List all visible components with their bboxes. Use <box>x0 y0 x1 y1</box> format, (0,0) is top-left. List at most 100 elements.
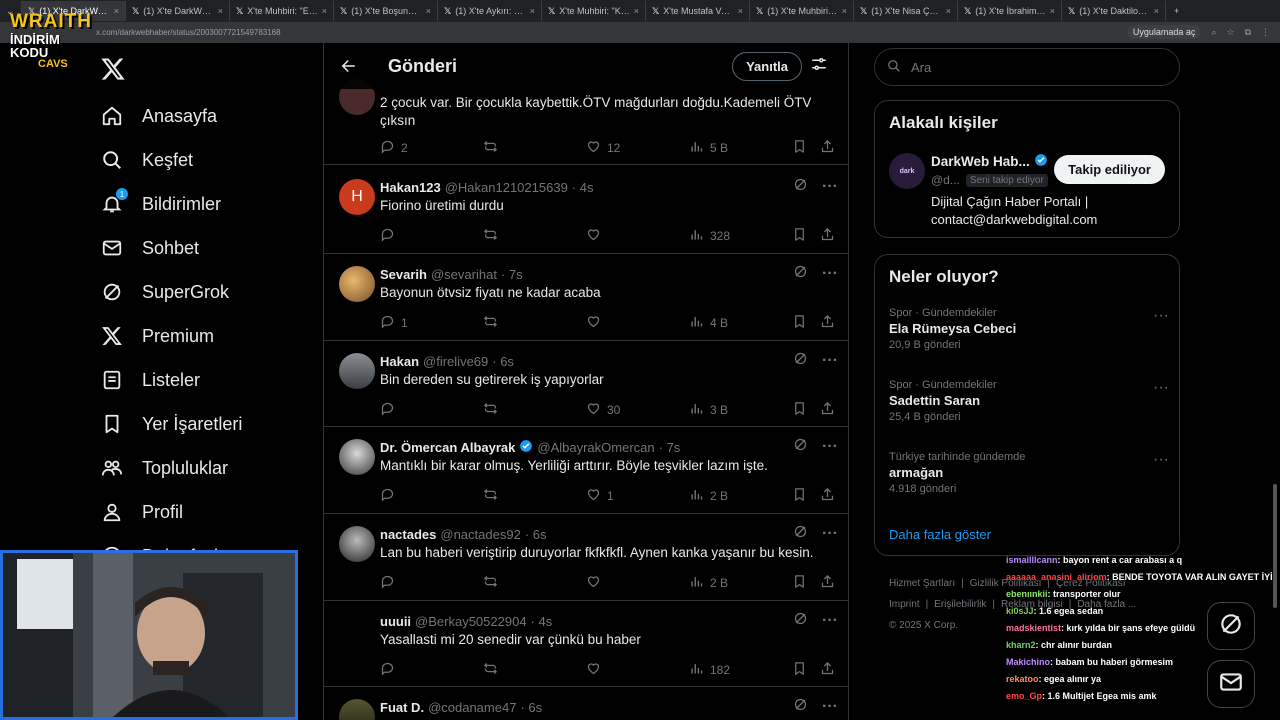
reply-button[interactable] <box>380 487 401 505</box>
nav-item-6[interactable]: Listeler <box>100 366 200 394</box>
browser-tab[interactable]: 𝕏(1) X'te Boşuna Tıklar × <box>334 1 438 21</box>
share-button[interactable] <box>820 139 835 157</box>
nav-item-8[interactable]: Topluluklar <box>100 454 228 482</box>
zoom-icon[interactable]: ⌕ <box>1211 27 1216 38</box>
tab-close-icon[interactable]: × <box>1050 6 1055 16</box>
author-name[interactable]: uuuii <box>380 614 411 629</box>
reply-post[interactable]: ··· Sevarih @sevarihat · 7s Bayonun ötvsiz f… <box>324 254 848 341</box>
avatar[interactable] <box>339 439 375 475</box>
repost-button[interactable] <box>483 574 498 592</box>
share-button[interactable] <box>820 401 835 419</box>
bookmark-button[interactable] <box>792 487 807 505</box>
reply-button[interactable] <box>380 401 401 419</box>
back-arrow-icon[interactable] <box>338 56 358 76</box>
repost-button[interactable] <box>483 139 498 157</box>
repost-button[interactable] <box>483 227 498 245</box>
bookmark-button[interactable] <box>792 401 807 419</box>
nav-item-3[interactable]: Sohbet <box>100 234 199 262</box>
author-name[interactable]: Dr. Ömercan Albayrak <box>380 440 515 455</box>
tab-close-icon[interactable]: × <box>946 6 951 16</box>
open-in-app-button[interactable]: Uygulamada aç <box>1126 25 1202 39</box>
tab-close-icon[interactable]: × <box>426 6 431 16</box>
following-button[interactable]: Takip ediliyor <box>1054 155 1165 184</box>
post-time[interactable]: · 7s <box>501 267 523 282</box>
nav-item-5[interactable]: Premium <box>100 322 214 350</box>
post-time[interactable]: · 7s <box>659 440 681 455</box>
post-time[interactable]: · 4s <box>572 180 594 195</box>
repost-button[interactable] <box>483 401 498 419</box>
bookmark-button[interactable] <box>792 661 807 679</box>
views-button[interactable]: 2 B <box>689 487 728 505</box>
author-name[interactable]: Hakan <box>380 354 419 369</box>
related-name[interactable]: DarkWeb Hab... <box>931 154 1030 169</box>
author-handle[interactable]: @codaname47 <box>428 700 516 715</box>
browser-tab[interactable]: 𝕏(1) X'te Daktiloc: "#SON × <box>1062 1 1166 21</box>
tab-close-icon[interactable]: × <box>114 6 119 16</box>
messages-floating-button[interactable] <box>1207 660 1255 708</box>
bookmark-button[interactable] <box>792 139 807 157</box>
share-button[interactable] <box>820 661 835 679</box>
reply-post[interactable]: 2 çocuk var. Bir çocukla kaybettik.ÖTV m… <box>324 77 848 165</box>
like-button[interactable]: 12 <box>586 139 620 157</box>
post-time[interactable]: · 4s <box>531 614 553 629</box>
nav-item-7[interactable]: Yer İşaretleri <box>100 410 242 438</box>
reply-button[interactable] <box>380 661 401 679</box>
reply-button[interactable]: 2 <box>380 139 408 157</box>
reply-post[interactable]: ··· uuuii @Berkay50522904 · 4s Yasallasti mi… <box>324 601 848 687</box>
footer-link[interactable]: Hizmet Şartları <box>889 578 955 589</box>
repost-button[interactable] <box>483 661 498 679</box>
author-handle[interactable]: @sevarihat <box>431 267 497 282</box>
search-input[interactable]: Ara <box>911 60 931 75</box>
author-handle[interactable]: @nactades92 <box>440 527 520 542</box>
reply-button[interactable]: Yanıtla <box>732 51 802 81</box>
share-button[interactable] <box>820 487 835 505</box>
browser-tab[interactable]: 𝕏(1) X'te Muhbiri: "Den × <box>750 1 854 21</box>
url-text[interactable]: x.com/darkwebhaber/status/20030077215497… <box>96 28 281 37</box>
trend-item[interactable]: Spor · Gündemdekiler Sadettin Saran 25,4 B… <box>889 379 1169 423</box>
reply-button[interactable]: 1 <box>380 314 408 332</box>
browser-tab[interactable]: 𝕏X'te Mustafa Varank: "M × <box>646 1 750 21</box>
extensions-icon[interactable]: ⧉ <box>1245 27 1251 38</box>
author-handle[interactable]: @Berkay50522904 <box>415 614 527 629</box>
like-button[interactable] <box>586 574 607 592</box>
reply-post[interactable]: ··· Dr. Ömercan Albayrak @AlbayrakOmercan ·… <box>324 427 848 514</box>
avatar[interactable] <box>339 699 375 720</box>
reply-button[interactable] <box>380 227 401 245</box>
views-button[interactable]: 3 B <box>689 401 728 419</box>
like-button[interactable] <box>586 227 607 245</box>
like-button[interactable]: 30 <box>586 401 620 419</box>
avatar[interactable]: H <box>339 179 375 215</box>
author-name[interactable]: Fuat D. <box>380 700 424 715</box>
repost-button[interactable] <box>483 487 498 505</box>
reply-post[interactable]: ··· Hakan @firelive69 · 6s Bin dereden su ge… <box>324 341 848 427</box>
browser-tab[interactable]: 𝕏X'te Muhbiri: "Ela Rüm × <box>230 1 334 21</box>
like-button[interactable]: 1 <box>586 487 614 505</box>
bookmark-button[interactable] <box>792 227 807 245</box>
trend-item[interactable]: Türkiye tarihinde gündemde armağan 4.918 g… <box>889 451 1169 495</box>
browser-tab[interactable]: 𝕏(1) X'te Aykırı: "Meclis'te × <box>438 1 542 21</box>
share-button[interactable] <box>820 227 835 245</box>
tab-close-icon[interactable]: × <box>1154 6 1159 16</box>
browser-tab[interactable]: 𝕏(1) X'te DarkWeb Haber × <box>126 1 230 21</box>
reply-post[interactable]: ··· nactades @nactades92 · 6s Lan bu haberi … <box>324 514 848 601</box>
browser-tab[interactable]: 𝕏(1) X'te İbrahim Haskolo × <box>958 1 1062 21</box>
avatar[interactable] <box>339 266 375 302</box>
post-time[interactable]: · 6s <box>525 527 547 542</box>
post-time[interactable]: · 6s <box>492 354 514 369</box>
new-tab-icon[interactable]: + <box>1174 6 1179 16</box>
reply-button[interactable] <box>380 574 401 592</box>
nav-item-1[interactable]: Keşfet <box>100 146 193 174</box>
bookmark-button[interactable] <box>792 574 807 592</box>
tab-close-icon[interactable]: × <box>842 6 847 16</box>
avatar[interactable] <box>339 353 375 389</box>
author-name[interactable]: nactades <box>380 527 436 542</box>
more-options-icon[interactable]: ··· <box>1153 307 1169 325</box>
repost-button[interactable] <box>483 314 498 332</box>
tab-close-icon[interactable]: × <box>322 6 327 16</box>
filter-icon[interactable] <box>810 55 828 78</box>
views-button[interactable]: 4 B <box>689 314 728 332</box>
trend-item[interactable]: Spor · Gündemdekiler Ela Rümeysa Cebeci 20… <box>889 307 1169 351</box>
views-button[interactable]: 2 B <box>689 574 728 592</box>
tab-close-icon[interactable]: × <box>738 6 743 16</box>
views-button[interactable]: 328 <box>689 227 730 245</box>
